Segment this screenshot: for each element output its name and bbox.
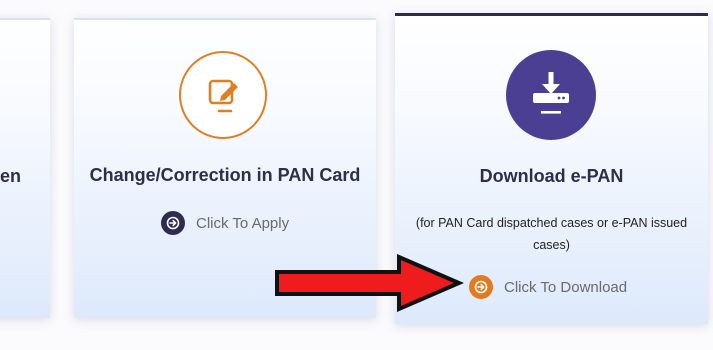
card-partial-left: en [0,18,50,318]
arrow-circle-icon [161,211,185,235]
edit-icon [179,51,267,139]
card-title: Change/Correction in PAN Card [89,165,361,185]
red-arrow-icon [275,253,465,313]
click-to-download-link[interactable]: Click To Download [469,275,627,299]
card-note: (for PAN Card dispatched cases or e-PAN … [415,216,688,252]
action-label: Click To Apply [196,214,290,232]
card-title: en [0,166,22,186]
arrow-circle-icon [469,275,493,299]
action-label: Click To Download [504,278,628,296]
card-title: Download e-PAN [479,166,624,186]
download-icon [506,50,596,140]
click-to-apply-link[interactable]: Click To Apply [161,211,289,235]
